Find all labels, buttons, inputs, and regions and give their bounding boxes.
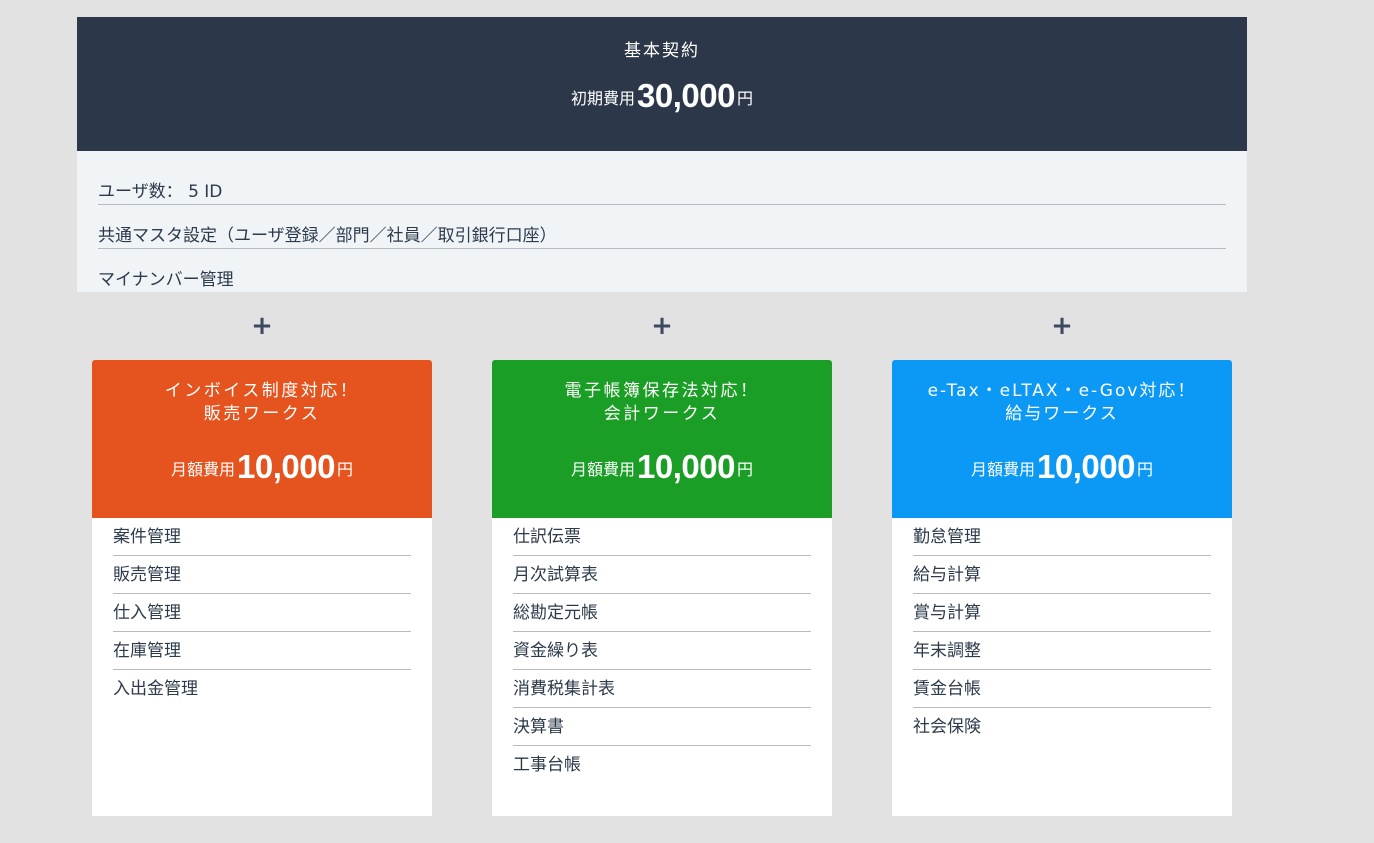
plan-card-price: 月額費用10,000 円 bbox=[92, 448, 432, 486]
feature-user-count: ユーザ数： 5 ID bbox=[98, 161, 1226, 205]
price-amount: 10,000 bbox=[637, 448, 735, 485]
plan-card-title: e-Tax・eLTAX・e-Gov対応！ 給与ワークス bbox=[892, 380, 1232, 426]
list-item: 入出金管理 bbox=[113, 679, 198, 699]
list-item: 月次試算表 bbox=[513, 556, 811, 594]
price-unit: 円 bbox=[736, 89, 753, 108]
list-item: 在庫管理 bbox=[113, 632, 411, 670]
list-item: 決算書 bbox=[513, 708, 811, 746]
price-label: 月額費用 bbox=[171, 460, 236, 479]
price-amount: 10,000 bbox=[1037, 448, 1135, 485]
plan-card-price: 月額費用10,000 円 bbox=[892, 448, 1232, 486]
list-item: 案件管理 bbox=[113, 518, 411, 556]
plan-card-title-line1: 電子帳簿保存法対応！ bbox=[564, 381, 760, 401]
list-item: 仕入管理 bbox=[113, 594, 411, 632]
price-label: 月額費用 bbox=[971, 460, 1036, 479]
list-item: 年末調整 bbox=[913, 632, 1211, 670]
plan-card-header: e-Tax・eLTAX・e-Gov対応！ 給与ワークス 月額費用10,000 円 bbox=[892, 360, 1232, 518]
list-item: 仕訳伝票 bbox=[513, 518, 811, 556]
list-item: 工事台帳 bbox=[513, 755, 581, 775]
base-contract-price: 初期費用30,000 円 bbox=[77, 77, 1247, 115]
base-contract-title: 基本契約 bbox=[624, 41, 700, 61]
plan-feature-list: 勤怠管理 給与計算 賞与計算 年末調整 賃金台帳 社会保険 bbox=[913, 518, 1211, 746]
list-item: 給与計算 bbox=[913, 556, 1211, 594]
plan-card-accounting: 電子帳簿保存法対応！ 会計ワークス 月額費用10,000 円 仕訳伝票 月次試算表… bbox=[492, 360, 832, 816]
list-item: 販売管理 bbox=[113, 556, 411, 594]
base-contract-features: ユーザ数： 5 ID 共通マスタ設定（ユーザ登録／部門／社員／取引銀行口座） マ… bbox=[77, 151, 1247, 292]
feature-common-master: 共通マスタ設定（ユーザ登録／部門／社員／取引銀行口座） bbox=[98, 205, 1226, 249]
list-item: 消費税集計表 bbox=[513, 670, 811, 708]
plus-icon: + bbox=[651, 311, 673, 341]
price-unit: 円 bbox=[336, 460, 353, 479]
plan-card-title-line2: 販売ワークス bbox=[203, 404, 321, 424]
plan-card-price: 月額費用10,000 円 bbox=[492, 448, 832, 486]
plan-feature-list: 仕訳伝票 月次試算表 総勘定元帳 資金繰り表 消費税集計表 決算書 工事台帳 bbox=[513, 518, 811, 784]
plan-card-header: 電子帳簿保存法対応！ 会計ワークス 月額費用10,000 円 bbox=[492, 360, 832, 518]
plan-card-payroll: e-Tax・eLTAX・e-Gov対応！ 給与ワークス 月額費用10,000 円 … bbox=[892, 360, 1232, 816]
list-item: 資金繰り表 bbox=[513, 632, 811, 670]
plan-card-title: インボイス制度対応！ 販売ワークス bbox=[92, 380, 432, 426]
plus-icon: + bbox=[251, 311, 273, 341]
price-unit: 円 bbox=[736, 460, 753, 479]
list-item: 総勘定元帳 bbox=[513, 594, 811, 632]
list-item: 賞与計算 bbox=[913, 594, 1211, 632]
price-label: 月額費用 bbox=[571, 460, 636, 479]
price-label: 初期費用 bbox=[571, 89, 636, 108]
plan-card-title: 電子帳簿保存法対応！ 会計ワークス bbox=[492, 380, 832, 426]
plus-icon: + bbox=[1051, 311, 1073, 341]
base-contract-header: 基本契約 初期費用30,000 円 bbox=[77, 17, 1247, 151]
price-amount: 30,000 bbox=[637, 77, 735, 114]
plan-feature-list: 案件管理 販売管理 仕入管理 在庫管理 入出金管理 bbox=[113, 518, 411, 708]
plan-card-title-line2: 給与ワークス bbox=[1005, 404, 1119, 424]
plan-card-title-line1: e-Tax・eLTAX・e-Gov対応！ bbox=[927, 381, 1197, 401]
plan-card-title-line2: 会計ワークス bbox=[603, 404, 721, 424]
plan-card-title-line1: インボイス制度対応！ bbox=[164, 381, 360, 401]
price-amount: 10,000 bbox=[237, 448, 335, 485]
feature-my-number: マイナンバー管理 bbox=[98, 270, 234, 290]
price-unit: 円 bbox=[1136, 460, 1153, 479]
plan-card-header: インボイス制度対応！ 販売ワークス 月額費用10,000 円 bbox=[92, 360, 432, 518]
list-item: 勤怠管理 bbox=[913, 518, 1211, 556]
list-item: 賃金台帳 bbox=[913, 670, 1211, 708]
plan-card-sales: インボイス制度対応！ 販売ワークス 月額費用10,000 円 案件管理 販売管理 … bbox=[92, 360, 432, 816]
list-item: 社会保険 bbox=[913, 717, 981, 737]
